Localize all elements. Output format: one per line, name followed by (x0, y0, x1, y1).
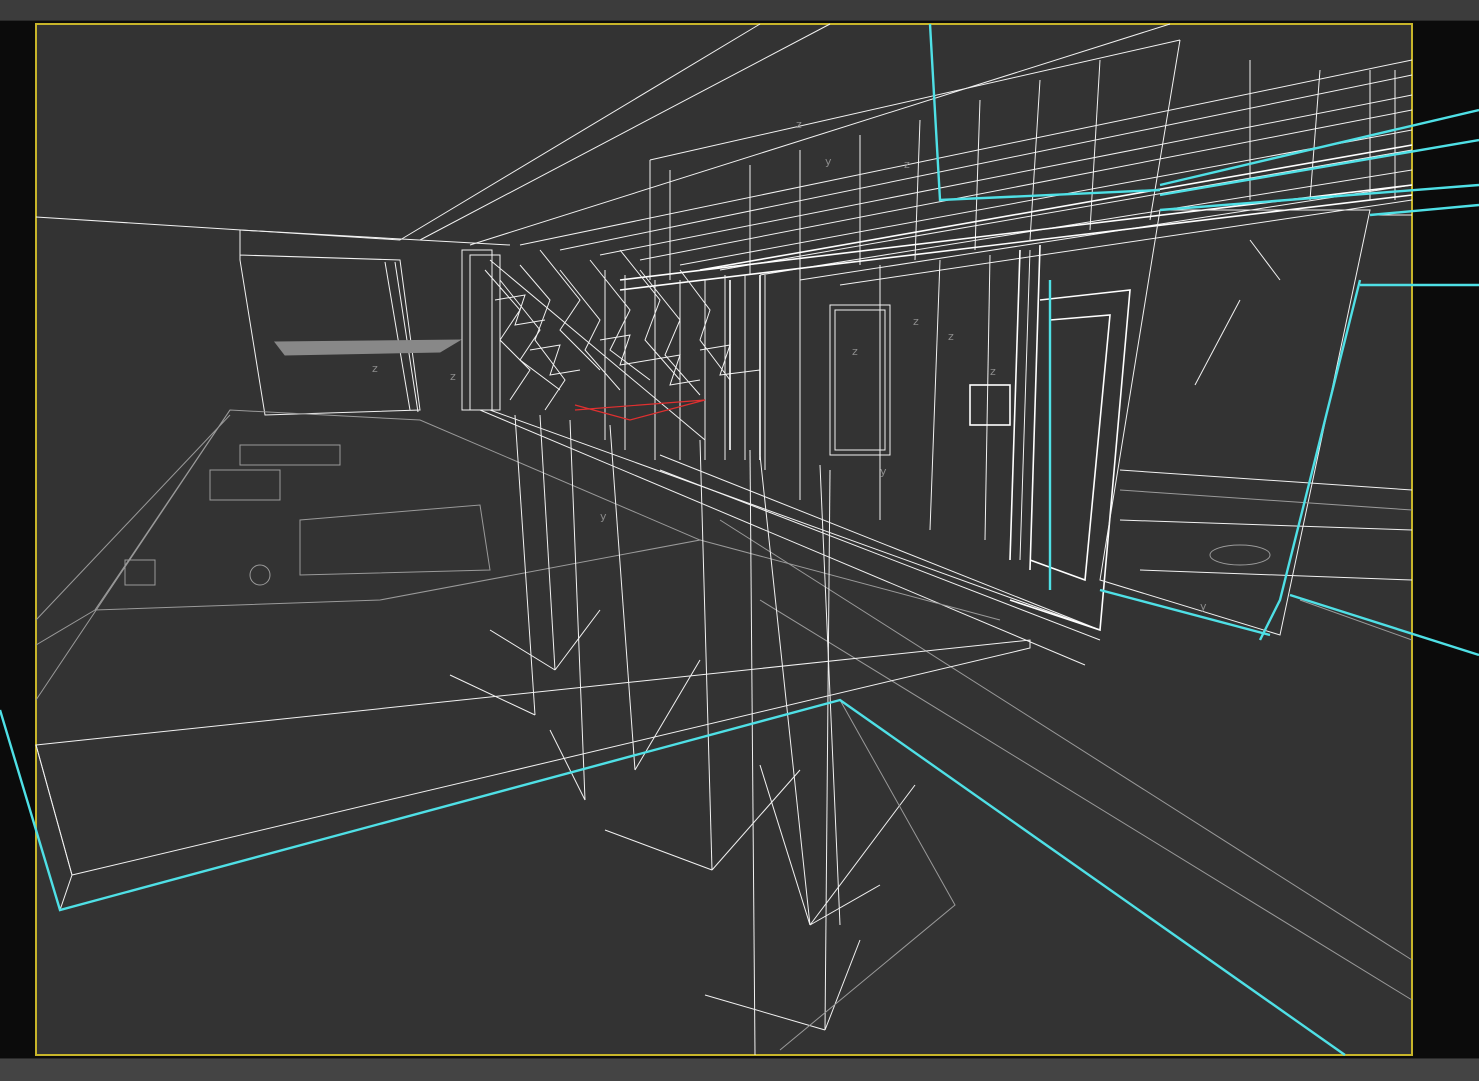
axis-label-z: z (450, 370, 456, 383)
axis-label-z: z (852, 345, 858, 358)
wireframe-scene[interactable]: z y z z z z y z y z z y (0, 21, 1479, 1058)
axis-label-z: z (372, 362, 378, 375)
safe-frame (35, 23, 1413, 1056)
axis-label-y: y (600, 510, 607, 523)
axis-label-y: y (1200, 600, 1207, 613)
axis-label-z: z (948, 330, 954, 343)
viewport-status-bar (0, 1058, 1479, 1081)
3d-viewport[interactable]: z y z z z z y z y z z y (0, 21, 1479, 1058)
viewport-title-bar (0, 0, 1479, 21)
axis-label-z: z (990, 365, 996, 378)
axis-label-z: z (796, 118, 802, 131)
axis-label-z: z (904, 158, 910, 171)
axis-label-z: z (913, 315, 919, 328)
axis-label-y: y (825, 155, 832, 168)
axis-label-y: y (880, 465, 887, 478)
